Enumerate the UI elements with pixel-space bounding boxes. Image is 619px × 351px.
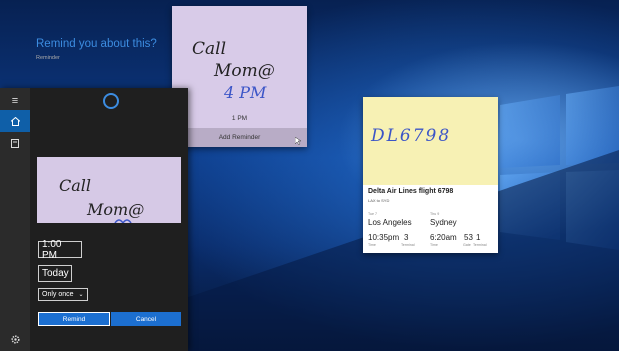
flight-route: LAX to SYD xyxy=(368,198,390,203)
arrival-time-caption: Time xyxy=(430,243,438,247)
hamburger-menu-icon[interactable]: ≡ xyxy=(0,90,30,112)
arrival-gate-caption: Gate xyxy=(463,243,471,247)
departure-time: 10:35pm xyxy=(368,233,400,242)
ink-call: Call xyxy=(192,39,226,59)
ink-4pm: 4 PM xyxy=(223,83,267,102)
remind-label: Remind xyxy=(62,315,86,323)
arrival-terminal-caption: Terminal xyxy=(473,243,487,247)
arrival-terminal: 1 xyxy=(476,233,481,242)
day-value: Today xyxy=(42,268,69,279)
mouse-cursor-icon xyxy=(295,137,301,145)
handwriting-ink: Call Mom@ xyxy=(59,176,144,223)
arrival-day: Thu 9 xyxy=(430,212,440,216)
cancel-label: Cancel xyxy=(135,315,157,323)
handwriting-ink: Call Mom@ 4 PM xyxy=(192,39,275,102)
ink-flight-code: DL6798 xyxy=(370,126,451,146)
home-glyph xyxy=(10,116,20,126)
repeat-value: Only once xyxy=(42,291,74,298)
notebook-glyph xyxy=(11,138,19,148)
settings-gear-icon[interactable] xyxy=(0,328,30,350)
notebook-icon[interactable] xyxy=(0,132,30,154)
departure-city: Los Angeles xyxy=(368,218,412,227)
remind-prompt-title: Remind you about this? xyxy=(36,38,157,50)
add-reminder-button[interactable]: Add Reminder xyxy=(172,128,307,147)
departure-time-caption: Time xyxy=(368,243,376,247)
home-icon[interactable] xyxy=(0,110,30,132)
ink-mom: Mom@ xyxy=(213,61,275,81)
detected-time-label: 1 PM xyxy=(231,115,248,122)
add-reminder-label: Add Reminder xyxy=(218,134,261,141)
ink-partial xyxy=(114,219,132,223)
sticky-note-call-mom[interactable]: Call Mom@ 4 PM 1 PM Add Reminder xyxy=(172,6,307,147)
time-value: 1:00 PM xyxy=(42,238,62,261)
flight-title: Delta Air Lines flight 6798 xyxy=(368,188,454,195)
handwriting-ink: DL6798 xyxy=(370,126,451,146)
repeat-dropdown[interactable]: Only once ⌄ xyxy=(38,288,88,301)
cortana-ring-icon xyxy=(103,93,119,109)
remind-button[interactable]: Remind xyxy=(38,312,110,326)
cancel-button[interactable]: Cancel xyxy=(111,312,181,326)
reminder-note-preview: Call Mom@ xyxy=(37,157,181,223)
ink-mom: Mom@ xyxy=(86,200,144,219)
ink-call: Call xyxy=(59,176,91,195)
departure-day: Tue 7 xyxy=(368,212,378,216)
departure-terminal-caption: Terminal xyxy=(401,243,415,247)
reminder-time-picker[interactable]: 1:00 PM xyxy=(38,238,82,261)
sticky-note-flight[interactable]: DL6798 Delta Air Lines flight 6798 LAX t… xyxy=(363,97,498,253)
departure-terminal: 3 xyxy=(404,233,409,242)
flight-note-ink-area: DL6798 xyxy=(363,97,498,185)
cortana-nav-rail: ≡ xyxy=(0,88,30,351)
arrival-time: 6:20am xyxy=(430,233,457,242)
arrival-gate: 53 xyxy=(464,233,473,242)
gear-glyph xyxy=(10,334,20,344)
reminder-day-picker[interactable]: Today xyxy=(38,265,72,282)
arrival-city: Sydney xyxy=(430,218,457,227)
chevron-down-icon: ⌄ xyxy=(78,292,84,298)
reminder-subtitle: Reminder xyxy=(36,55,60,61)
